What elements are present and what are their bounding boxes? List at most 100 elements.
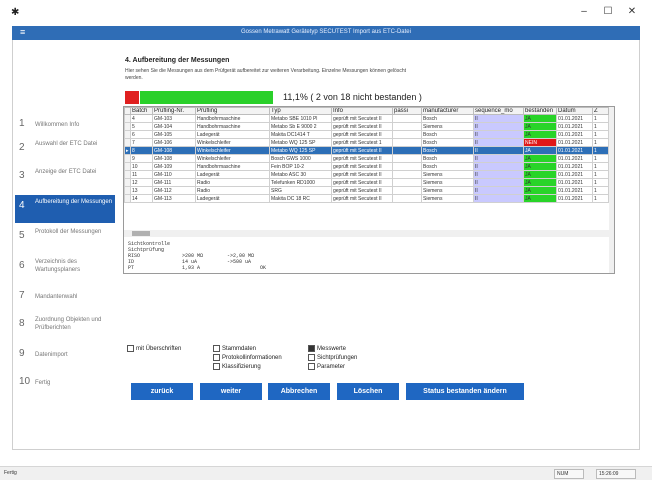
checkbox-sichtpruefungen[interactable]: Sichtprüfungen — [308, 354, 357, 361]
table-cell: Bosch — [421, 162, 474, 171]
step-label: Auswahl der ETC Datei — [35, 141, 98, 147]
step-label: Fertig — [35, 380, 51, 386]
table-row[interactable]: 5 GM-104 Handbohrmaschine Metabo Sb E 9000 … — [124, 122, 609, 131]
checkbox-parameter[interactable]: Parameter — [308, 363, 345, 370]
step-auswahl[interactable]: 2 Auswahl der ETC Datei — [15, 137, 115, 165]
column-header[interactable]: Datum — [556, 107, 593, 115]
table-cell: 11 — [130, 170, 153, 179]
maximize-button[interactable]: ☐ — [598, 5, 618, 19]
table-cell: Bosch — [421, 130, 474, 139]
table-cell: GM-108 — [152, 146, 196, 155]
checkbox-klassifizierung[interactable]: Klassifizierung — [213, 363, 261, 370]
column-header[interactable]: Batch — [130, 107, 153, 115]
table-row[interactable]: 13 GM-112 Radio SRG geprüft mit Secutest II S… — [124, 186, 609, 195]
table-cell: Metabo SBE 1010 Pl — [269, 114, 332, 123]
checkbox-stammdaten[interactable]: Stammdaten — [213, 345, 256, 352]
column-header[interactable]: sequence_mo — [473, 107, 524, 115]
column-header[interactable]: Prüfling — [195, 107, 270, 115]
step-protokoll[interactable]: 5 Protokoll der Messungen — [15, 225, 115, 253]
table-row[interactable]: 14 GM-113 Ladegerät Makita DC 18 RC geprüft … — [124, 194, 609, 203]
table-cell: Winkelschleifer — [195, 146, 270, 155]
measurements-grid[interactable]: Batch Prüfling-Nr. Prüfling Typ Info pas… — [123, 106, 615, 274]
step-number: 8 — [19, 318, 25, 329]
column-header[interactable]: Info — [331, 107, 393, 115]
measurements-table: Batch Prüfling-Nr. Prüfling Typ Info pas… — [124, 107, 609, 203]
table-row[interactable]: 10 GM-109 Handbohrmaschine Fein BOP 10-2 gep… — [124, 162, 609, 171]
step-aufbereitung[interactable]: 4 Aufbereitung der Messungen — [15, 195, 115, 223]
column-header[interactable]: Z — [592, 107, 609, 115]
table-cell: II — [473, 114, 524, 123]
step-fertig[interactable]: 10 Fertig — [15, 371, 115, 399]
status-text: Fertig — [4, 470, 17, 476]
table-cell: Handbohrmaschine — [195, 162, 270, 171]
table-cell: Metabo ASC 30 — [269, 170, 332, 179]
column-header[interactable]: Typ — [269, 107, 332, 115]
next-button[interactable]: weiter — [200, 383, 262, 400]
table-cell: 01.01.2021 — [556, 186, 593, 195]
table-cell: 6 — [130, 130, 153, 139]
table-cell: Winkelschleifer — [195, 154, 270, 163]
step-verzeichnis[interactable]: 6 Verzeichnis des Wartungsplaners — [15, 255, 115, 283]
table-cell: II — [473, 170, 524, 179]
table-cell: 01.01.2021 — [556, 170, 593, 179]
content-area: 4. Aufbereitung der Messungen Hier sehen… — [121, 41, 639, 449]
vertical-scrollbar[interactable] — [609, 107, 614, 273]
close-button[interactable]: ✕ — [622, 5, 642, 19]
table-cell: Telefunken RD1000 — [269, 178, 332, 187]
checkbox-label: Sichtprüfungen — [317, 355, 358, 362]
table-cell: 1 — [592, 170, 609, 179]
step-label: Willkommen Info — [35, 122, 80, 128]
step-datenimport[interactable]: 9 Datenimport — [15, 343, 115, 371]
table-cell: 01.01.2021 — [556, 122, 593, 131]
table-cell: JA — [523, 114, 557, 123]
table-cell: GM-104 — [152, 122, 196, 131]
table-row[interactable]: 4 GM-103 Handbohrmaschine Metabo SBE 1010 P… — [124, 114, 609, 123]
scrollbar-thumb[interactable] — [132, 231, 150, 236]
table-cell: geprüft mit Secutest II — [331, 122, 393, 131]
table-cell: SRG — [269, 186, 332, 195]
step-anzeige[interactable]: 3 Anzeige der ETC Datei — [15, 165, 115, 193]
step-number: 2 — [19, 142, 25, 153]
column-header[interactable]: passi — [392, 107, 422, 115]
step-number: 7 — [19, 290, 25, 301]
checkbox-box — [213, 345, 220, 352]
step-mandantenwahl[interactable]: 7 Mandantenwahl — [15, 285, 115, 313]
table-cell: 01.01.2021 — [556, 154, 593, 163]
table-cell: Makita DC 18 RC — [269, 194, 332, 203]
table-cell — [392, 114, 422, 123]
checkbox-messwerte[interactable]: Messwerte — [308, 345, 346, 352]
table-cell: II — [473, 122, 524, 131]
step-number: 1 — [19, 118, 25, 129]
table-row[interactable]: ▸ 8 GM-108 Winkelschleifer Metabo WQ 125 SP g… — [124, 146, 609, 155]
table-cell: 1 — [592, 138, 609, 147]
table-row[interactable]: 11 GM-110 Ladegerät Metabo ASC 30 geprüft mi… — [124, 170, 609, 179]
column-header[interactable]: Prüfling-Nr. — [152, 107, 196, 115]
column-header[interactable]: manufacturer — [421, 107, 474, 115]
table-cell: JA — [523, 178, 557, 187]
table-row[interactable]: 9 GM-108 Winkelschleifer Bosch GWS 1000 gepr… — [124, 154, 609, 163]
table-cell: Bosch — [421, 154, 474, 163]
measurement-detail-panel: Sichtkontrolle Sichtprüfung RISO >200 MΩ… — [124, 239, 609, 273]
table-cell: geprüft mit Secutest II — [331, 146, 393, 155]
column-header[interactable]: bestanden — [523, 107, 557, 115]
table-row[interactable]: 7 GM-106 Winkelschleifer Metabo WQ 125 SP ge… — [124, 138, 609, 147]
minimize-button[interactable]: – — [574, 5, 594, 19]
table-cell: geprüft mit Secutest II — [331, 186, 393, 195]
cancel-button[interactable]: Abbrechen — [268, 383, 330, 400]
table-cell: JA — [523, 122, 557, 131]
checkbox-label: mit Überschriften — [136, 346, 182, 353]
delete-button[interactable]: Löschen — [337, 383, 399, 400]
checkbox-protokollinformationen[interactable]: Protokollinformationen — [213, 354, 282, 361]
checkbox-mit-ueberschriften[interactable]: mit Überschriften — [127, 345, 181, 352]
table-row[interactable]: 6 GM-105 Ladegerät Makita DC1414 Tgeprüft m… — [124, 130, 609, 139]
step-zuordnung[interactable]: 8 Zuordnung Objekten und Prüfberichten — [15, 313, 115, 341]
table-cell: 01.01.2021 — [556, 130, 593, 139]
table-cell: 10 — [130, 162, 153, 171]
table-cell: GM-105 — [152, 130, 196, 139]
back-button[interactable]: zurück — [131, 383, 193, 400]
table-cell: 1 — [592, 114, 609, 123]
header-bar: ≡ Gossen Metrawatt Gerätetyp SECUTEST Im… — [12, 26, 640, 40]
horizontal-scrollbar[interactable] — [124, 230, 609, 237]
change-status-button[interactable]: Status bestanden ändern — [406, 383, 524, 400]
table-row[interactable]: 12 GM-111 Radio Telefunken RD1000 geprüft mi… — [124, 178, 609, 187]
